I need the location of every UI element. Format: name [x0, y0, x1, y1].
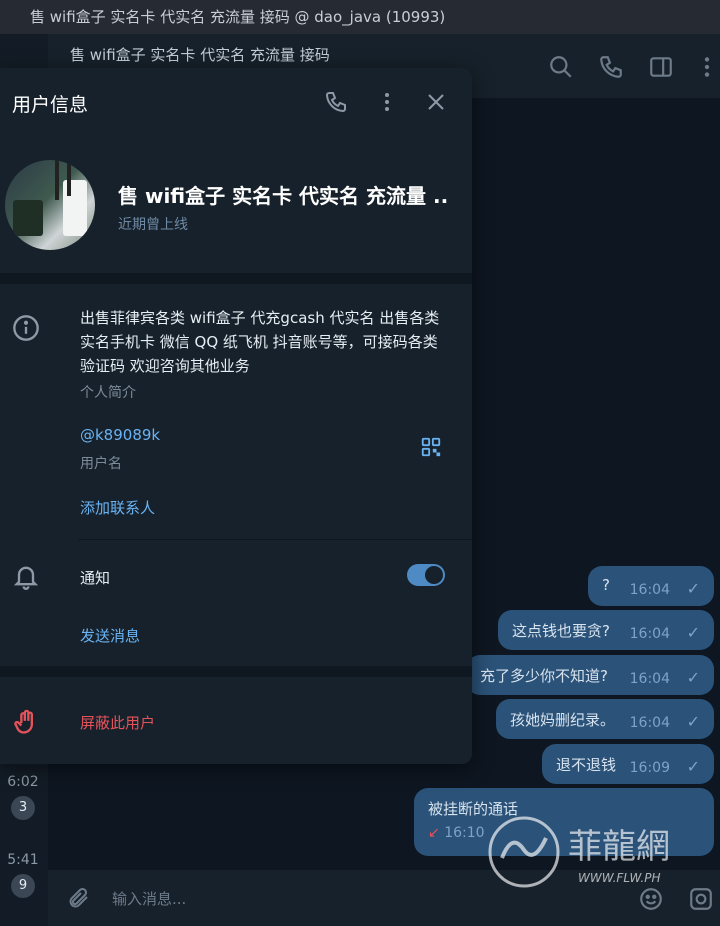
watermark-text: 菲龍網 [568, 827, 670, 867]
bio-label: 个人简介 [80, 385, 136, 401]
window-titlebar: 售 wifi盒子 实名卡 代实名 充流量 接码 @ dao_java (1099… [0, 0, 720, 34]
watermark-url: WWW.FLW.PH [578, 871, 661, 885]
message-text: 这点钱也要贪? [512, 622, 610, 640]
more-icon[interactable] [694, 54, 720, 80]
watermark-logo: 菲龍網 WWW.FLW.PH [488, 816, 670, 888]
phone-icon[interactable] [598, 54, 624, 80]
unread-badge: 3 [11, 796, 35, 820]
chat-list-item[interactable]: 6:02 3 [0, 774, 46, 820]
message-text: 退不退钱 [556, 756, 617, 774]
message-time: 16:04 [629, 671, 670, 687]
missed-call-arrow-icon: ↙ [428, 825, 440, 841]
close-icon[interactable] [424, 90, 448, 114]
message-time: 16:10 [444, 825, 485, 841]
message-bubble[interactable]: 这点钱也要贪? 16:04 ✓ [498, 610, 714, 650]
message-bubble[interactable]: ? 16:04 ✓ [588, 566, 714, 606]
message-time: 16:04 [629, 626, 670, 642]
read-check-icon: ✓ [686, 623, 700, 642]
unread-badge: 9 [11, 874, 35, 898]
panel-title: 用户信息 [12, 94, 89, 116]
message-text: 充了多少你不知道? [480, 667, 608, 685]
phone-icon[interactable] [324, 90, 348, 114]
chat-list-item[interactable]: 5:41 9 [0, 852, 46, 898]
message-time: 16:04 [629, 715, 670, 731]
search-icon[interactable] [548, 54, 574, 80]
chat-list-time: 5:41 [7, 852, 39, 868]
message-bubble[interactable]: 充了多少你不知道? 16:04 ✓ [466, 655, 714, 695]
read-check-icon: ✓ [686, 757, 700, 776]
message-bubble[interactable]: 孩她妈删纪录。 16:04 ✓ [496, 699, 714, 739]
section-divider [0, 666, 472, 677]
user-info-panel: 用户信息 售 wifi盒子 实名卡 代实名 充流量 ... 近期曾上线 出售菲律… [0, 68, 472, 764]
read-check-icon: ✓ [686, 668, 700, 687]
avatar[interactable] [5, 160, 95, 250]
chat-list-time: 6:02 [7, 774, 39, 790]
row-divider [78, 539, 472, 540]
window-title: 售 wifi盒子 实名卡 代实名 充流量 接码 @ dao_java (1099… [30, 8, 446, 26]
user-last-seen: 近期曾上线 [118, 217, 188, 233]
user-bio: 出售菲律宾各类 wifi盒子 代充gcash 代实名 出售各类实名手机卡 微信 … [80, 309, 440, 375]
message-text: 孩她妈删纪录。 [510, 711, 616, 729]
username-label: 用户名 [80, 456, 122, 472]
message-bubble[interactable]: 退不退钱 16:09 ✓ [542, 744, 714, 784]
section-divider [0, 273, 472, 284]
attach-icon[interactable] [66, 886, 90, 910]
notifications-label: 通知 [80, 569, 111, 587]
message-input[interactable]: 输入消息... [112, 888, 186, 909]
user-display-name: 售 wifi盒子 实名卡 代实名 充流量 ... [118, 184, 448, 208]
chat-title[interactable]: 售 wifi盒子 实名卡 代实名 充流量 接码 [70, 44, 330, 65]
notifications-toggle[interactable] [407, 564, 445, 586]
qr-code-icon[interactable] [420, 436, 442, 458]
message-text: ? [602, 576, 610, 594]
block-hand-icon [14, 709, 33, 734]
add-contact-link[interactable]: 添加联系人 [80, 497, 155, 518]
message-time: 16:09 [629, 760, 670, 776]
bell-icon [13, 566, 39, 590]
send-message-link[interactable]: 发送消息 [80, 625, 140, 646]
username-value[interactable]: @k89089k [80, 426, 160, 444]
message-time: 16:04 [629, 582, 670, 598]
more-icon[interactable] [375, 90, 399, 114]
info-icon [13, 315, 39, 341]
read-check-icon: ✓ [686, 579, 700, 598]
block-user-button[interactable]: 屏蔽此用户 [80, 712, 155, 733]
read-check-icon: ✓ [686, 712, 700, 731]
sidebar-toggle-icon[interactable] [648, 54, 674, 80]
